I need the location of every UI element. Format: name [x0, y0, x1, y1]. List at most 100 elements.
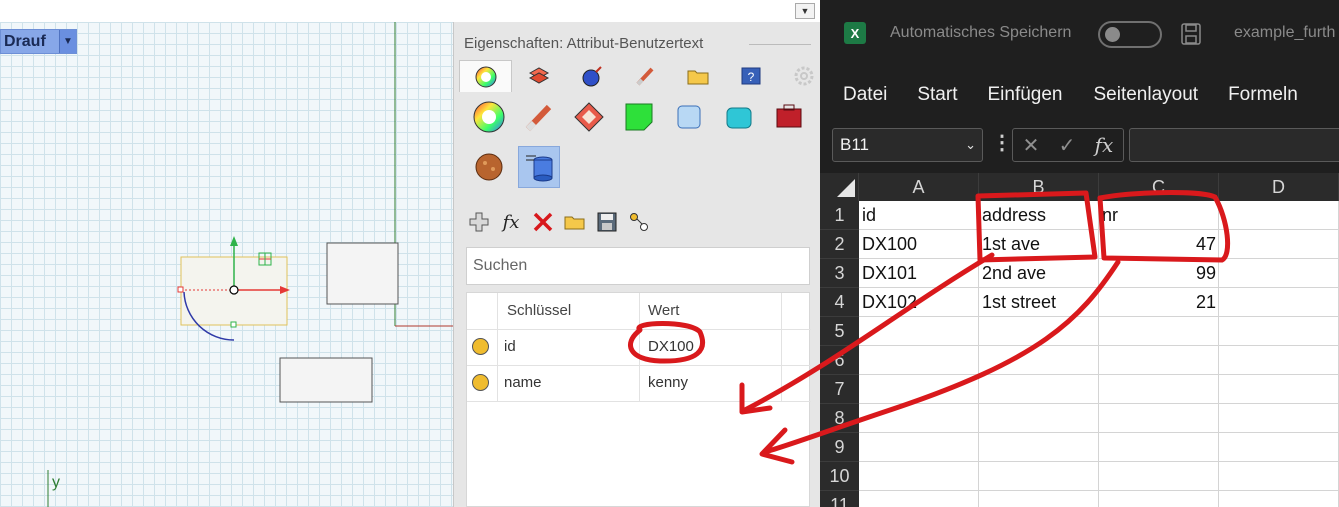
- row-divider: [467, 401, 811, 402]
- screen: ▼ y Drauf ▼ Eigenschaften: Attribut-Benu…: [0, 0, 1339, 507]
- rhino-viewport[interactable]: y: [0, 0, 453, 507]
- insert-function-icon[interactable]: fx: [1095, 133, 1114, 157]
- column-header[interactable]: D: [1219, 173, 1339, 201]
- row-header[interactable]: 6: [820, 346, 859, 375]
- column-header[interactable]: C: [1099, 173, 1219, 201]
- row-header[interactable]: 3: [820, 259, 859, 288]
- ribbon-tabs: Datei Start Einfügen Seitenlayout Formel…: [820, 80, 1298, 110]
- attribute-value[interactable]: kenny: [648, 373, 688, 393]
- row-header[interactable]: 7: [820, 375, 859, 404]
- autosave-toggle[interactable]: [1098, 21, 1162, 48]
- properties-panel: Eigenschaften: Attribut-Benutzertext ? f…: [453, 22, 820, 507]
- column-divider: [639, 293, 640, 401]
- cell-b1[interactable]: address: [982, 201, 1046, 230]
- cell-a4[interactable]: DX102: [862, 288, 917, 317]
- open-folder-icon[interactable]: [562, 209, 588, 235]
- row-header[interactable]: 2: [820, 230, 859, 259]
- row-header[interactable]: 11: [820, 491, 859, 507]
- cell-b2[interactable]: 1st ave: [982, 230, 1040, 259]
- ribbon-tab-datei[interactable]: Datei: [820, 80, 887, 110]
- rhino-object-box-1: [326, 242, 399, 305]
- material-paint-icon[interactable]: [518, 96, 560, 138]
- cancel-icon[interactable]: ✕: [1023, 133, 1040, 158]
- ribbon-tab-seitenlayout[interactable]: Seitenlayout: [1063, 80, 1199, 110]
- link-icon[interactable]: [626, 209, 652, 235]
- color-wheel-icon[interactable]: [468, 96, 510, 138]
- chevron-down-icon[interactable]: ▼: [59, 30, 76, 53]
- excel-window: X Automatisches Speichern example_furth …: [820, 0, 1339, 507]
- row-header[interactable]: 5: [820, 317, 859, 346]
- glass-icon[interactable]: [668, 96, 710, 138]
- cell-grid[interactable]: id address nr DX100 1st ave 47 DX101 2nd…: [859, 201, 1339, 507]
- rhino-object-box-2: [279, 357, 373, 403]
- ribbon-tab-start[interactable]: Start: [887, 80, 957, 110]
- cell-a3[interactable]: DX101: [862, 259, 917, 288]
- attribute-value[interactable]: DX100: [648, 337, 694, 357]
- name-box[interactable]: B11 ⌄: [832, 128, 983, 162]
- cell-b3[interactable]: 2nd ave: [982, 259, 1046, 288]
- delete-icon[interactable]: [530, 209, 556, 235]
- save-icon[interactable]: [1180, 22, 1202, 46]
- decal-icon[interactable]: [618, 96, 660, 138]
- status-dot: [472, 374, 489, 391]
- cell-c1[interactable]: nr: [1102, 201, 1118, 230]
- column-header[interactable]: B: [979, 173, 1099, 201]
- autosave-label: Automatisches Speichern: [890, 24, 1072, 41]
- cell-c2[interactable]: 47: [1099, 230, 1216, 259]
- attribute-user-text-icon[interactable]: [518, 146, 560, 188]
- add-icon[interactable]: [466, 209, 492, 235]
- row-header[interactable]: 10: [820, 462, 859, 491]
- gumball-handle-bottom: [230, 321, 237, 328]
- formula-input[interactable]: [1129, 128, 1339, 162]
- chevron-down-icon[interactable]: ▼: [795, 3, 815, 19]
- toolbox-icon[interactable]: [768, 96, 810, 138]
- texture-icon[interactable]: [568, 96, 610, 138]
- gumball-y-arrow: [230, 236, 238, 246]
- cell-c3[interactable]: 99: [1099, 259, 1216, 288]
- excel-logo-icon: X: [844, 22, 866, 44]
- spreadsheet: A B C D 1 2 3 4 5 6 7 8 9 10 11 id addre…: [820, 173, 1339, 507]
- column-divider: [497, 293, 498, 401]
- cell-c4[interactable]: 21: [1099, 288, 1216, 317]
- more-options-icon[interactable]: ⋮: [992, 130, 1012, 155]
- row-header[interactable]: 9: [820, 433, 859, 462]
- gumball-center: [229, 285, 239, 295]
- cell-b4[interactable]: 1st street: [982, 288, 1056, 317]
- save-icon[interactable]: [594, 209, 620, 235]
- help-icon[interactable]: ?: [724, 60, 777, 92]
- row-header[interactable]: 1: [820, 201, 859, 230]
- formula-buttons: ✕ ✓ fx: [1012, 128, 1124, 162]
- viewport-canvas[interactable]: y: [0, 0, 453, 507]
- attribute-key[interactable]: name: [504, 373, 542, 393]
- attribute-key[interactable]: id: [504, 337, 516, 357]
- file-name: example_furth: [1234, 24, 1336, 41]
- select-all-corner[interactable]: [820, 173, 859, 201]
- row-header[interactable]: 8: [820, 404, 859, 433]
- folder-icon[interactable]: [671, 60, 724, 92]
- view-label-text[interactable]: Drauf: [1, 33, 59, 51]
- function-icon[interactable]: fx: [498, 209, 524, 235]
- ribbon-tab-einfuegen[interactable]: Einfügen: [957, 80, 1062, 110]
- status-dot: [472, 338, 489, 355]
- bump-icon[interactable]: [468, 146, 510, 188]
- confirm-icon[interactable]: ✓: [1059, 133, 1076, 158]
- render-icon[interactable]: [565, 60, 618, 92]
- view-label[interactable]: Drauf ▼: [0, 29, 77, 54]
- properties-tabs: ?: [459, 60, 830, 92]
- cell-a2[interactable]: DX100: [862, 230, 917, 259]
- color-wheel-icon[interactable]: [459, 60, 512, 92]
- column-header-key[interactable]: Schlüssel: [507, 293, 571, 329]
- row-header[interactable]: 4: [820, 288, 859, 317]
- ribbon-tab-formeln[interactable]: Formeln: [1198, 80, 1298, 110]
- displacement-icon[interactable]: [718, 96, 760, 138]
- column-header[interactable]: A: [859, 173, 979, 201]
- column-divider: [781, 293, 782, 401]
- cell-a1[interactable]: id: [862, 201, 876, 230]
- search-input[interactable]: Suchen: [466, 247, 810, 285]
- material-paint-icon[interactable]: [618, 60, 671, 92]
- layer-icon[interactable]: [512, 60, 565, 92]
- row-divider: [467, 365, 811, 366]
- row-divider: [467, 329, 811, 330]
- column-header-value[interactable]: Wert: [648, 293, 679, 329]
- chevron-down-icon[interactable]: ⌄: [965, 129, 976, 161]
